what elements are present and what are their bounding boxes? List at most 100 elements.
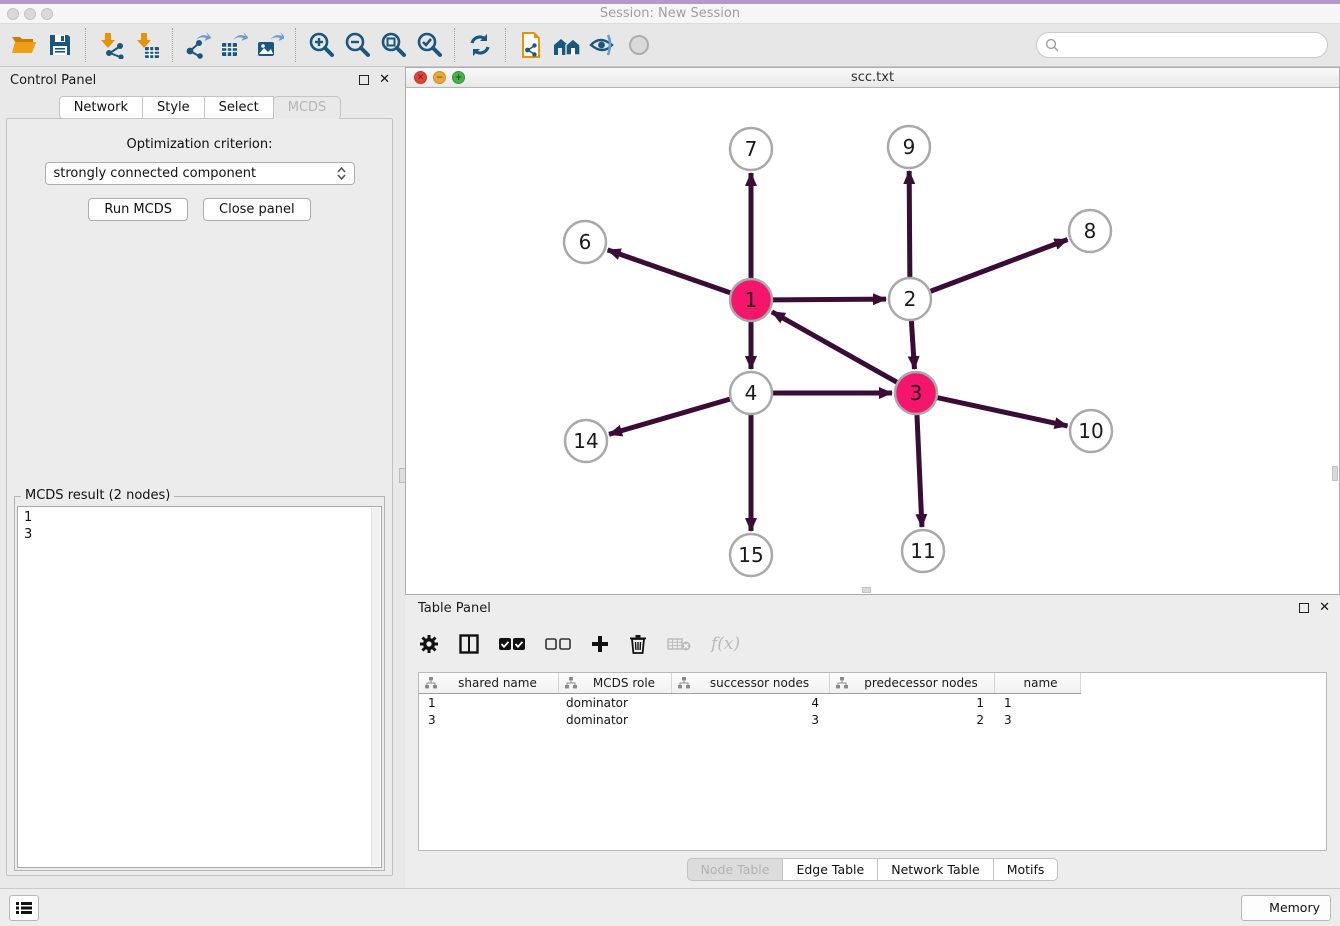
graph-edge-3-10[interactable] — [937, 398, 1067, 426]
graph-edge-1-2[interactable] — [773, 299, 886, 300]
graph-edge-3-1[interactable] — [772, 312, 897, 382]
toolbar-separator — [505, 28, 506, 62]
network-graph[interactable]: 1234678910111415 — [406, 89, 1339, 595]
maximize-network-button[interactable]: + — [452, 71, 465, 84]
toolbar-separator — [172, 28, 173, 62]
tab-style[interactable]: Style — [142, 96, 205, 119]
plus-icon — [591, 635, 609, 653]
cell-successor-nodes[interactable]: 3 — [672, 713, 830, 727]
hide-selected-button[interactable] — [585, 27, 621, 63]
cell-name[interactable]: 3 — [995, 713, 1081, 727]
tree-column-icon — [678, 677, 690, 689]
float-panel-icon[interactable] — [1299, 603, 1309, 613]
search-input[interactable] — [1059, 38, 1319, 53]
graph-edge-2-8[interactable] — [931, 239, 1068, 291]
cell-successor-nodes[interactable]: 4 — [672, 696, 830, 710]
import-network-icon — [97, 31, 125, 59]
canvas-splitter-handle[interactable] — [862, 587, 871, 593]
column-header-name[interactable]: name — [995, 673, 1081, 693]
first-neighbors-button[interactable] — [549, 27, 585, 63]
table-options-button[interactable] — [419, 634, 439, 654]
column-header-successor-nodes[interactable]: successor nodes — [672, 673, 830, 693]
cell-shared-name[interactable]: 3 — [419, 713, 559, 727]
show-column-panel-button[interactable] — [459, 634, 479, 654]
eye-slash-icon — [588, 31, 618, 59]
column-header-mcds-role[interactable]: MCDS role — [559, 673, 672, 693]
run-mcds-button[interactable]: Run MCDS — [88, 198, 188, 221]
toolbar-separator — [295, 28, 296, 62]
result-scrollbar[interactable] — [371, 508, 380, 866]
tab-network-table[interactable]: Network Table — [877, 858, 994, 881]
cell-shared-name[interactable]: 1 — [419, 696, 559, 710]
close-panel-button[interactable]: Close panel — [203, 198, 311, 221]
mcds-result-list[interactable]: 1 3 — [17, 506, 382, 868]
clone-network-button[interactable] — [513, 27, 549, 63]
mcds-result-group: MCDS result (2 nodes) 1 3 — [14, 496, 385, 871]
save-session-button[interactable] — [42, 27, 78, 63]
export-table-button[interactable] — [216, 27, 252, 63]
tab-mcds[interactable]: MCDS — [273, 96, 342, 119]
select-all-columns-button[interactable] — [499, 637, 525, 651]
export-network-button[interactable] — [180, 27, 216, 63]
cell-predecessor-nodes[interactable]: 1 — [830, 696, 995, 710]
column-header-predecessor-nodes[interactable]: predecessor nodes — [830, 673, 995, 693]
table-row[interactable]: 1 dominator 4 1 1 — [419, 694, 1326, 711]
mcds-result-title: MCDS result (2 nodes) — [21, 488, 174, 503]
float-panel-icon[interactable] — [359, 75, 369, 85]
criterion-select[interactable]: strongly connected component — [45, 162, 355, 185]
zoom-selected-button[interactable] — [411, 27, 447, 63]
cell-predecessor-nodes[interactable]: 2 — [830, 713, 995, 727]
search-icon — [1045, 38, 1059, 52]
export-image-button[interactable] — [252, 27, 288, 63]
zoom-out-button[interactable] — [339, 27, 375, 63]
apply-layout-button[interactable] — [462, 27, 498, 63]
graph-node-label: 15 — [738, 543, 763, 567]
cell-mcds-role[interactable]: dominator — [559, 713, 672, 727]
eye-disabled-icon — [625, 31, 653, 59]
zoom-fit-button[interactable] — [375, 27, 411, 63]
zoom-in-button[interactable] — [303, 27, 339, 63]
import-table-button[interactable] — [129, 27, 165, 63]
graph-node-label: 10 — [1078, 419, 1103, 443]
zoom-in-icon — [307, 31, 335, 59]
close-panel-icon[interactable]: ✕ — [1319, 603, 1330, 613]
memory-button[interactable]: Memory — [1241, 895, 1331, 921]
close-network-button[interactable]: ✕ — [414, 71, 427, 84]
tab-network[interactable]: Network — [59, 96, 143, 119]
tab-select[interactable]: Select — [204, 96, 274, 119]
result-line: 1 — [24, 509, 375, 526]
tab-motifs[interactable]: Motifs — [993, 858, 1059, 881]
minimize-network-button[interactable]: − — [433, 71, 446, 84]
cell-name[interactable]: 1 — [995, 696, 1081, 710]
open-session-button[interactable] — [6, 27, 42, 63]
show-all-button-disabled[interactable] — [621, 27, 657, 63]
zoom-selected-icon — [415, 31, 443, 59]
table-toolbar: f(x) — [419, 623, 740, 665]
delete-column-button[interactable] — [629, 634, 647, 654]
column-header-shared-name[interactable]: shared name — [419, 673, 559, 693]
close-panel-icon[interactable]: ✕ — [379, 75, 390, 85]
table-panel-header: Table Panel ✕ — [405, 595, 1340, 621]
import-network-button[interactable] — [93, 27, 129, 63]
toolbar-separator — [454, 28, 455, 62]
tab-edge-table[interactable]: Edge Table — [782, 858, 878, 881]
graph-edge-2-3[interactable] — [911, 321, 914, 369]
canvas-splitter-handle[interactable] — [1332, 466, 1338, 481]
tab-node-table[interactable]: Node Table — [687, 858, 784, 881]
search-field[interactable] — [1036, 32, 1328, 58]
graph-node-label: 4 — [745, 381, 758, 405]
graph-edge-1-6[interactable] — [608, 250, 731, 293]
export-table-icon — [220, 31, 248, 59]
graph-edge-2-9[interactable] — [909, 171, 910, 277]
graph-edge-4-14[interactable] — [609, 399, 730, 434]
unselect-all-columns-button[interactable] — [545, 637, 571, 651]
add-column-button[interactable] — [591, 635, 609, 653]
task-history-button[interactable] — [9, 895, 39, 921]
network-window-controls: ✕ − + — [414, 71, 465, 84]
node-table: shared name MCDS role successor nodes pr… — [418, 672, 1327, 851]
table-row[interactable]: 3 dominator 3 2 3 — [419, 711, 1326, 728]
network-canvas[interactable]: 1234678910111415 — [406, 89, 1339, 594]
graph-edge-3-11[interactable] — [917, 415, 922, 527]
cell-mcds-role[interactable]: dominator — [559, 696, 672, 710]
zoom-fit-icon — [379, 31, 407, 59]
